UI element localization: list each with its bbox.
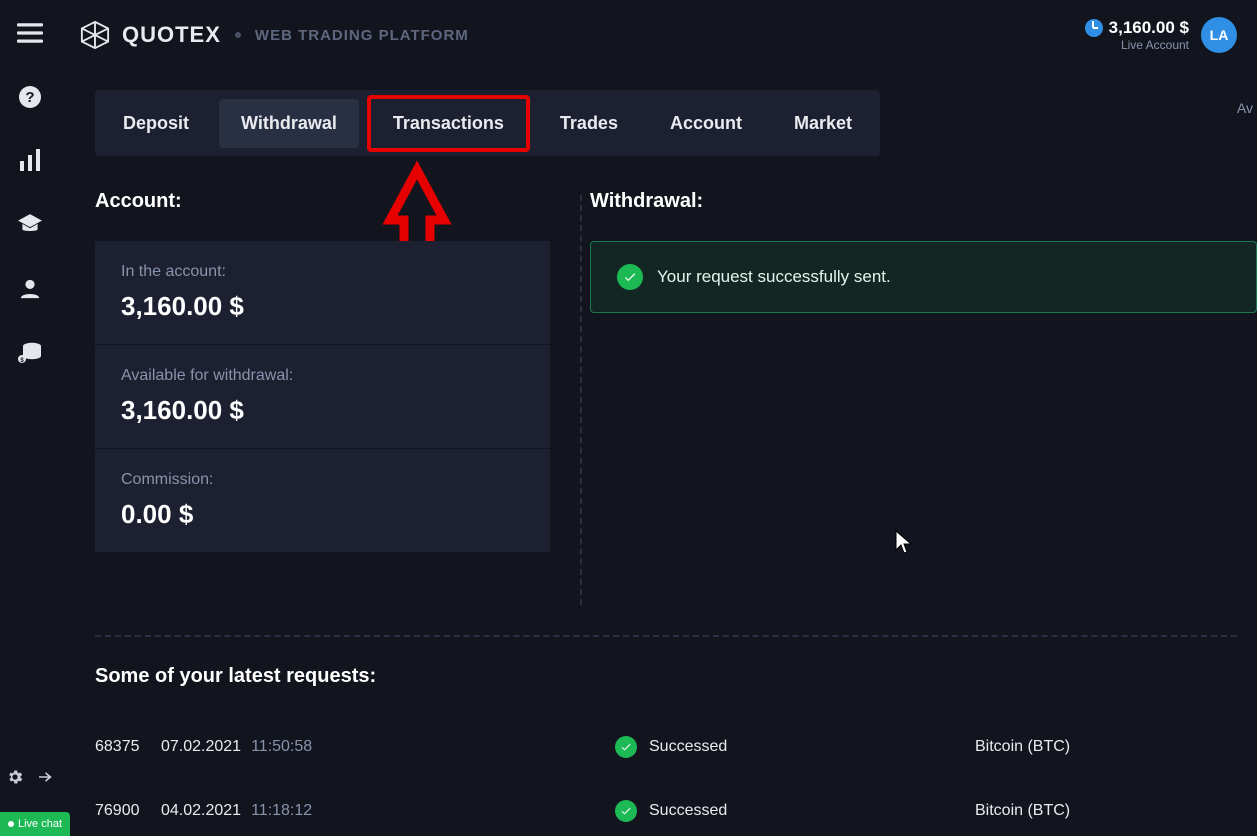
balance-type: Live Account [1085, 38, 1189, 52]
requests-title: Some of your latest requests: [95, 665, 1237, 688]
card-label: In the account: [121, 263, 524, 281]
tab-account[interactable]: Account [648, 99, 764, 148]
account-card-commission: Commission: 0.00 $ [95, 449, 550, 552]
account-card-available: Available for withdrawal: 3,160.00 $ [95, 345, 550, 449]
request-date: 04.02.2021 [161, 802, 241, 820]
clock-icon [1085, 19, 1103, 37]
tab-deposit[interactable]: Deposit [101, 99, 211, 148]
card-label: Commission: [121, 471, 524, 489]
brand-name: QUOTEX [122, 22, 221, 48]
header-subtitle: WEB TRADING PLATFORM [255, 27, 469, 44]
signals-icon[interactable] [17, 148, 43, 174]
account-card-balance: In the account: 3,160.00 $ [95, 241, 550, 345]
success-message: Your request successfully sent. [657, 267, 891, 287]
help-icon[interactable]: ? [17, 84, 43, 110]
settings-icon[interactable] [6, 768, 24, 786]
card-value: 3,160.00 $ [121, 291, 524, 322]
request-time: 11:50:58 [251, 738, 312, 756]
request-time: 11:18:12 [251, 802, 312, 820]
request-asset: Bitcoin (BTC) [975, 738, 1070, 756]
request-id: 68375 [95, 738, 161, 756]
live-chat-label: Live chat [18, 818, 62, 830]
tab-trades[interactable]: Trades [538, 99, 640, 148]
account-title: Account: [95, 190, 550, 213]
truncated-text: Av [1237, 100, 1253, 116]
tab-transactions[interactable]: Transactions [367, 95, 530, 152]
tabs: Deposit Withdrawal Transactions Trades A… [95, 90, 880, 156]
check-circle-icon [617, 264, 643, 290]
menu-icon[interactable] [17, 20, 43, 46]
status-success-icon [615, 800, 637, 822]
status-success-icon [615, 736, 637, 758]
request-status: Successed [649, 738, 727, 756]
success-notice: Your request successfully sent. [590, 241, 1257, 313]
balance-amount: 3,160.00 $ [1109, 18, 1189, 38]
request-asset: Bitcoin (BTC) [975, 802, 1070, 820]
horizontal-divider [95, 635, 1237, 637]
finance-icon[interactable]: $ [17, 340, 43, 366]
request-id: 76900 [95, 802, 161, 820]
left-rail: ? $ [0, 0, 60, 836]
bottom-overlay [6, 768, 54, 786]
requests-section: Some of your latest requests: 68375 07.0… [95, 665, 1237, 836]
request-row[interactable]: 68375 07.02.2021 11:50:58 Successed Bitc… [95, 722, 1237, 772]
card-value: 0.00 $ [121, 499, 524, 530]
card-value: 3,160.00 $ [121, 395, 524, 426]
withdrawal-column: Withdrawal: Your request successfully se… [590, 190, 1257, 552]
tab-market[interactable]: Market [772, 99, 874, 148]
request-date: 07.02.2021 [161, 738, 241, 756]
request-row[interactable]: 76900 04.02.2021 11:18:12 Successed Bitc… [95, 786, 1237, 836]
logo-icon [80, 20, 110, 50]
live-chat-button[interactable]: Live chat [0, 812, 70, 836]
account-column: Account: In the account: 3,160.00 $ Avai… [95, 190, 550, 552]
online-dot-icon [8, 821, 14, 827]
profile-icon[interactable] [17, 276, 43, 302]
tab-withdrawal[interactable]: Withdrawal [219, 99, 359, 148]
education-icon[interactable] [17, 212, 43, 238]
withdrawal-title: Withdrawal: [590, 190, 1257, 213]
logo-block[interactable]: QUOTEX [80, 20, 221, 50]
separator-dot [235, 32, 241, 38]
header: QUOTEX WEB TRADING PLATFORM 3,160.00 $ L… [60, 0, 1257, 70]
avatar[interactable]: LA [1201, 17, 1237, 53]
card-label: Available for withdrawal: [121, 367, 524, 385]
balance-block[interactable]: 3,160.00 $ Live Account LA [1085, 17, 1237, 53]
request-status: Successed [649, 802, 727, 820]
svg-text:?: ? [25, 89, 34, 106]
forward-icon[interactable] [36, 768, 54, 786]
